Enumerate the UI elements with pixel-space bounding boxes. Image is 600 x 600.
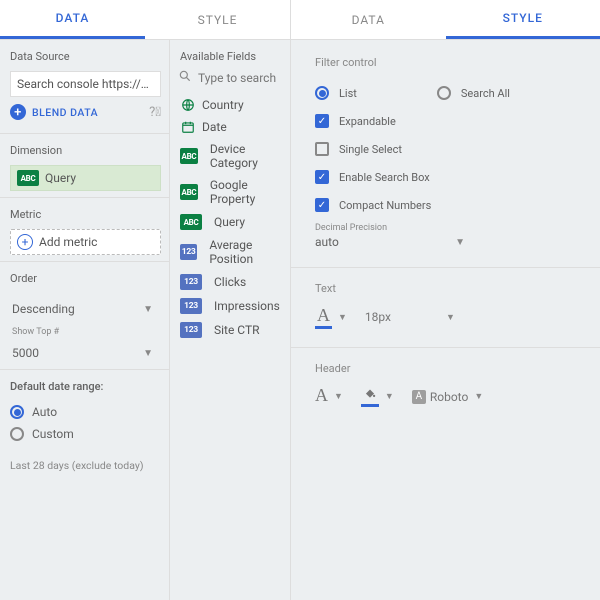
data-source-picker[interactable]: Search console https://… bbox=[10, 71, 161, 97]
header-fill-color[interactable]: ▼ bbox=[361, 386, 394, 407]
number-icon: 123 bbox=[180, 244, 197, 260]
fields-search-input[interactable] bbox=[198, 71, 278, 85]
header-font-family[interactable]: ARoboto ▼ bbox=[412, 390, 483, 404]
field-item[interactable]: 123 Site CTR bbox=[170, 318, 290, 342]
field-label: Device Category bbox=[210, 142, 280, 170]
checkbox-expandable[interactable]: Expandable bbox=[315, 107, 590, 135]
abc-icon: ABC bbox=[180, 148, 198, 164]
field-label: Site CTR bbox=[214, 323, 260, 337]
number-icon: 123 bbox=[180, 322, 202, 338]
field-item[interactable]: Country bbox=[170, 94, 290, 116]
dimension-chip[interactable]: ABC Query bbox=[10, 165, 161, 191]
chevron-down-icon: ▼ bbox=[334, 391, 343, 402]
chevron-down-icon: ▼ bbox=[143, 348, 153, 359]
precision-label: Decimal Precision bbox=[315, 223, 590, 233]
date-range-note: Last 28 days (exclude today) bbox=[0, 451, 169, 480]
add-metric-button[interactable]: + Add metric bbox=[10, 229, 161, 255]
font-color-picker[interactable]: A▼ bbox=[315, 305, 347, 329]
chevron-down-icon: ▼ bbox=[385, 391, 394, 402]
chevron-down-icon: ▼ bbox=[338, 312, 347, 323]
field-label: Country bbox=[202, 98, 244, 112]
order-select[interactable]: Descending▼ bbox=[10, 293, 161, 319]
globe-icon bbox=[180, 98, 196, 112]
chevron-down-icon: ▼ bbox=[143, 304, 153, 315]
calendar-icon bbox=[180, 120, 196, 134]
show-top-select[interactable]: 5000▼ bbox=[10, 337, 161, 363]
data-source-title: Data Source bbox=[10, 50, 161, 63]
number-icon: 123 bbox=[180, 298, 202, 314]
field-label: Date bbox=[202, 120, 227, 134]
radio-search-all[interactable]: Search All bbox=[437, 86, 510, 100]
field-label: Query bbox=[214, 215, 245, 229]
tab-data-right[interactable]: DATA bbox=[291, 0, 446, 39]
header-section-title: Header bbox=[315, 362, 590, 375]
right-tabs: DATA STYLE bbox=[291, 0, 600, 40]
field-item[interactable]: 123 Impressions bbox=[170, 294, 290, 318]
chevron-down-icon: ▼ bbox=[474, 391, 483, 402]
field-item[interactable]: ABC Query bbox=[170, 210, 290, 234]
field-label: Average Position bbox=[209, 238, 280, 266]
abc-icon: ABC bbox=[180, 214, 202, 230]
field-label: Clicks bbox=[214, 275, 246, 289]
radio-custom[interactable]: Custom bbox=[10, 423, 161, 445]
order-title: Order bbox=[10, 272, 161, 285]
filter-control-title: Filter control bbox=[315, 56, 590, 69]
field-item[interactable]: ABC Device Category bbox=[170, 138, 290, 174]
date-range-title: Default date range: bbox=[10, 380, 161, 393]
field-item[interactable]: 123 Average Position bbox=[170, 234, 290, 270]
radio-list[interactable]: List bbox=[315, 86, 357, 100]
field-label: Google Property bbox=[210, 178, 280, 206]
available-fields-title: Available Fields bbox=[170, 40, 290, 69]
blend-data-button[interactable]: + BLEND DATA bbox=[10, 104, 98, 120]
plus-icon: + bbox=[10, 104, 26, 120]
abc-icon: ABC bbox=[17, 170, 39, 186]
paint-bucket-icon bbox=[361, 386, 379, 407]
search-icon bbox=[178, 69, 192, 86]
precision-select[interactable]: auto▼ bbox=[315, 233, 465, 249]
field-label: Impressions bbox=[214, 299, 280, 313]
checkbox-enable-search[interactable]: Enable Search Box bbox=[315, 163, 590, 191]
show-top-label: Show Top # bbox=[10, 319, 161, 337]
tab-data-left[interactable]: DATA bbox=[0, 0, 145, 39]
field-item[interactable]: 123 Clicks bbox=[170, 270, 290, 294]
header-font-color[interactable]: A▼ bbox=[315, 385, 343, 408]
checkbox-single-select[interactable]: Single Select bbox=[315, 135, 590, 163]
tab-style-right[interactable]: STYLE bbox=[446, 0, 600, 39]
chevron-down-icon: ▼ bbox=[446, 312, 455, 323]
text-section-title: Text bbox=[315, 282, 590, 295]
field-item[interactable]: ABC Google Property bbox=[170, 174, 290, 210]
help-icon[interactable]: ?⃝ bbox=[149, 105, 161, 120]
tab-style-left[interactable]: STYLE bbox=[145, 0, 290, 39]
number-icon: 123 bbox=[180, 274, 202, 290]
field-item[interactable]: Date bbox=[170, 116, 290, 138]
checkbox-compact-numbers[interactable]: Compact Numbers bbox=[315, 191, 590, 219]
plus-outline-icon: + bbox=[17, 234, 33, 250]
dimension-title: Dimension bbox=[10, 144, 161, 157]
abc-icon: ABC bbox=[180, 184, 198, 200]
font-size-select[interactable]: 18px▼ bbox=[365, 310, 455, 324]
radio-auto[interactable]: Auto bbox=[10, 401, 161, 423]
left-tabs: DATA STYLE bbox=[0, 0, 290, 40]
metric-title: Metric bbox=[10, 208, 161, 221]
chevron-down-icon: ▼ bbox=[455, 237, 465, 248]
